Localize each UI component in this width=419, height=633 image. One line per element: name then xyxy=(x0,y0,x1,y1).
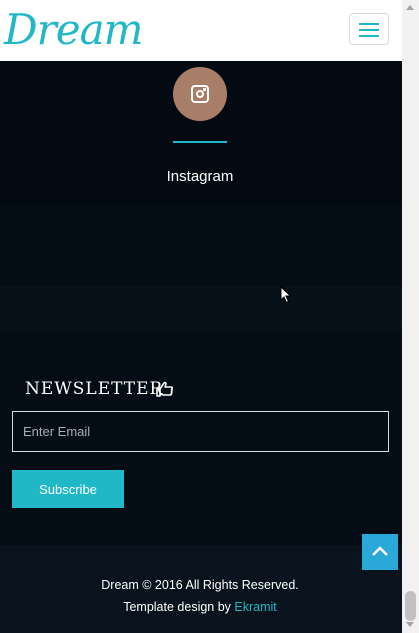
copyright-text: Dream © 2016 All Rights Reserved. xyxy=(101,578,299,592)
credit-prefix: Template design by xyxy=(123,600,235,614)
scroll-down-arrow-icon[interactable] xyxy=(406,622,414,627)
email-field[interactable] xyxy=(12,411,389,452)
accent-divider xyxy=(173,141,227,143)
hand-pointer-icon xyxy=(156,381,173,397)
site-footer: Dream © 2016 All Rights Reserved. Templa… xyxy=(0,545,402,633)
site-logo[interactable]: Dream xyxy=(4,4,143,56)
newsletter-title: NEWSLETTER xyxy=(25,379,164,399)
credit-link[interactable]: Ekramit xyxy=(234,600,276,614)
instagram-label: Instagram xyxy=(166,168,234,185)
instagram-icon xyxy=(191,85,209,103)
chevron-up-icon xyxy=(372,546,388,556)
page-content: Instagram NEWSLETTER Subscribe Dream © 2… xyxy=(0,61,402,633)
scrollbar-thumb[interactable] xyxy=(405,591,416,621)
page-scrollbar[interactable] xyxy=(402,0,419,633)
back-to-top-button[interactable] xyxy=(362,534,398,570)
scroll-up-arrow-icon[interactable] xyxy=(406,5,414,10)
menu-bar xyxy=(359,29,379,31)
site-header: Dream xyxy=(0,0,402,61)
menu-bar xyxy=(359,23,379,25)
team-member-card: Instagram xyxy=(0,61,402,205)
subscribe-button[interactable]: Subscribe xyxy=(12,470,124,508)
section-divider-strip xyxy=(0,286,402,332)
menu-bar xyxy=(359,35,379,37)
hamburger-menu-icon[interactable] xyxy=(349,13,389,45)
template-credit: Template design by Ekramit xyxy=(0,599,400,615)
mouse-cursor-icon xyxy=(280,286,292,304)
instagram-button[interactable] xyxy=(173,67,227,121)
